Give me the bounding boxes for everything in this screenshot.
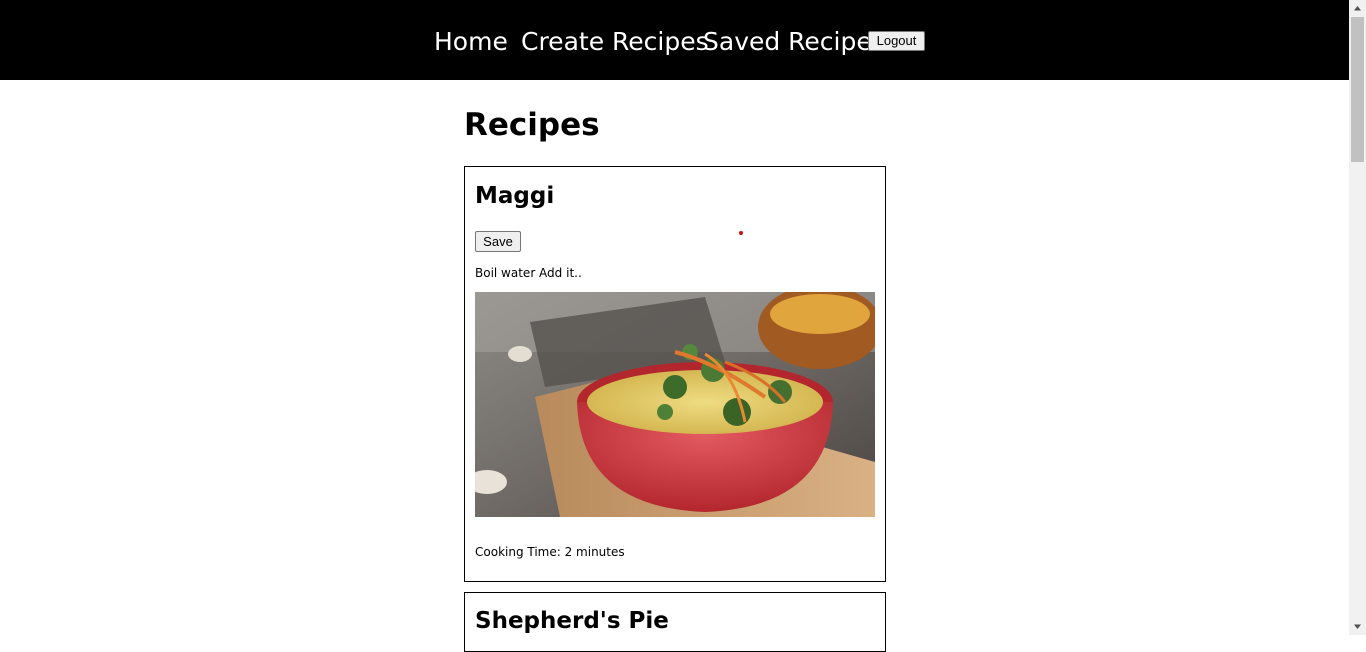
logout-button[interactable]: Logout [868, 31, 925, 51]
recipe-card: Shepherd's Pie [464, 592, 886, 652]
recipe-title: Shepherd's Pie [475, 608, 669, 634]
save-button[interactable]: Save [475, 231, 521, 252]
scroll-down-arrow-icon[interactable] [1349, 618, 1366, 635]
page-title: Recipes [464, 107, 600, 143]
nav-home-link[interactable]: Home [434, 27, 508, 57]
scrollbar-thumb[interactable] [1351, 17, 1364, 162]
recipe-title: Maggi [475, 183, 555, 209]
recipe-image [475, 292, 875, 517]
red-dot-marker [739, 231, 743, 235]
navbar: Home Create Recipes Saved Recipes Logout [0, 0, 1349, 80]
vertical-scrollbar[interactable] [1349, 0, 1366, 635]
scroll-up-arrow-icon[interactable] [1349, 0, 1366, 17]
cooking-time: Cooking Time: 2 minutes [475, 545, 625, 559]
recipe-instructions: Boil water Add it.. [475, 266, 582, 280]
recipe-card: Maggi Save Boil water Add it.. Cooking T… [464, 166, 886, 582]
nav-saved-recipes-link[interactable]: Saved Recipes [703, 27, 885, 57]
nav-create-recipes-link[interactable]: Create Recipes [521, 27, 709, 57]
